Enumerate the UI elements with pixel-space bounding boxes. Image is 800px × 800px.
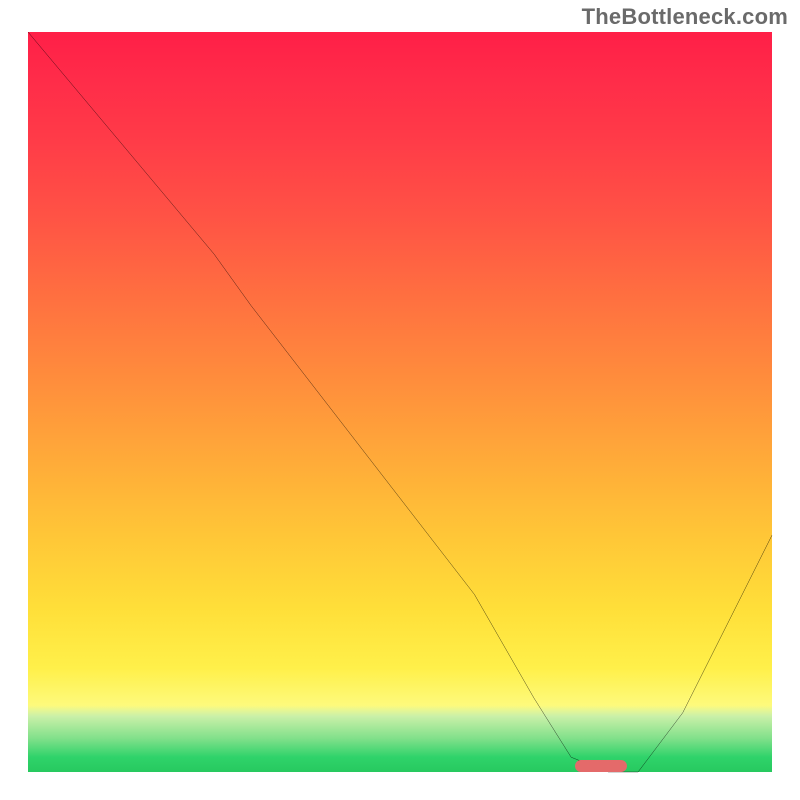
bottleneck-curve	[28, 32, 772, 772]
watermark-label: TheBottleneck.com	[582, 4, 788, 30]
chart-container: TheBottleneck.com	[0, 0, 800, 800]
plot-area	[28, 32, 772, 772]
curve-path	[28, 32, 772, 772]
valley-marker	[575, 760, 627, 772]
